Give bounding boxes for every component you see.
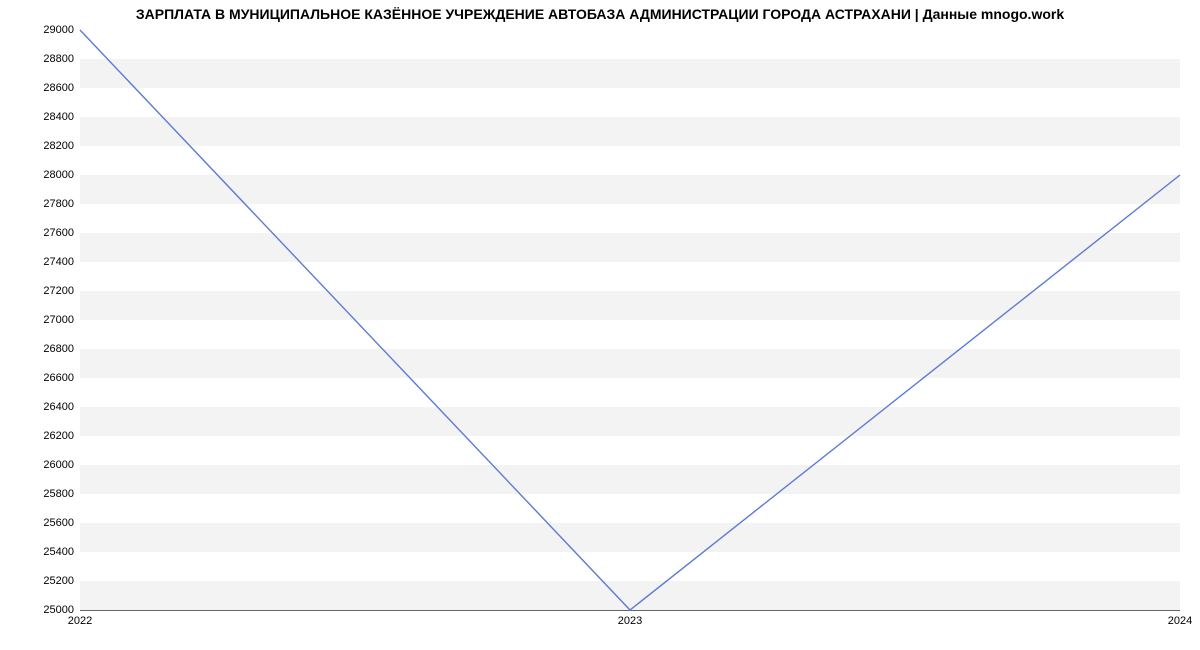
chart-title: ЗАРПЛАТА В МУНИЦИПАЛЬНОЕ КАЗЁННОЕ УЧРЕЖД… — [0, 0, 1200, 22]
y-tick-label: 26000 — [43, 459, 74, 471]
y-tick-label: 26600 — [43, 372, 74, 384]
y-tick-label: 27000 — [43, 314, 74, 326]
y-tick-label: 25800 — [43, 488, 74, 500]
y-tick-label: 28400 — [43, 111, 74, 123]
y-tick-label: 28800 — [43, 53, 74, 65]
y-tick-label: 27400 — [43, 256, 74, 268]
y-tick-label: 28000 — [43, 169, 74, 181]
y-tick-label: 26200 — [43, 430, 74, 442]
x-tick-label: 2022 — [68, 615, 92, 627]
y-tick-label: 28600 — [43, 82, 74, 94]
y-tick-label: 26800 — [43, 343, 74, 355]
x-tick-label: 2023 — [618, 615, 642, 627]
x-tick-label: 2024 — [1168, 615, 1192, 627]
y-tick-label: 25600 — [43, 517, 74, 529]
y-tick-label: 26400 — [43, 401, 74, 413]
y-tick-label: 27600 — [43, 227, 74, 239]
y-tick-label: 28200 — [43, 140, 74, 152]
y-tick-label: 27200 — [43, 285, 74, 297]
y-tick-label: 25400 — [43, 546, 74, 558]
plot-area — [80, 30, 1180, 611]
y-tick-label: 27800 — [43, 198, 74, 210]
line-series — [80, 30, 1180, 610]
y-tick-label: 29000 — [43, 24, 74, 36]
y-tick-label: 25200 — [43, 575, 74, 587]
